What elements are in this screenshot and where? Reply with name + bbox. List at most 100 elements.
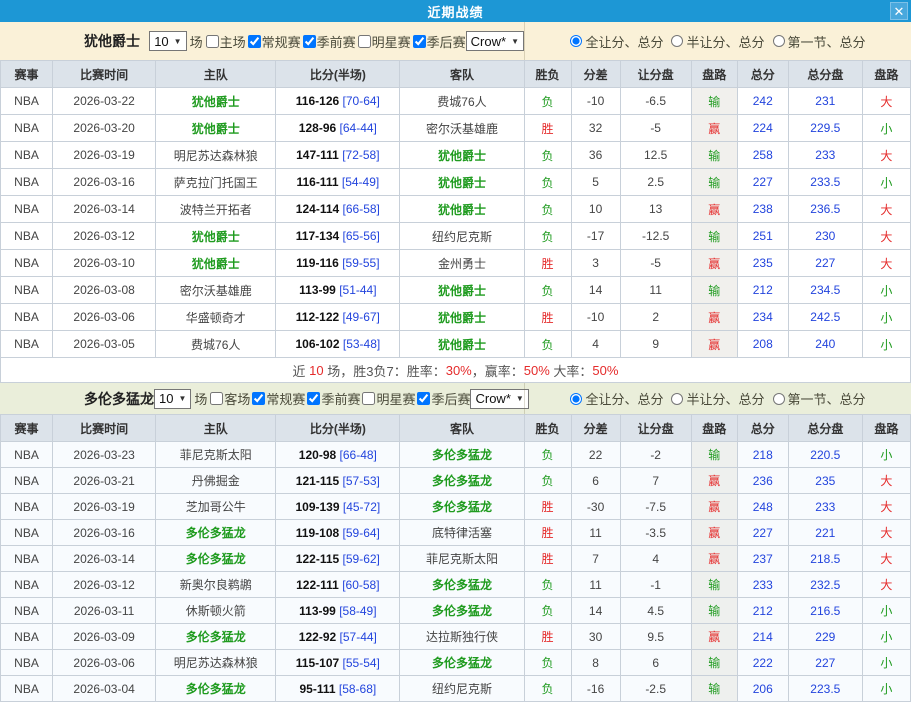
line-type-radio[interactable]: 半让分、总分: [671, 32, 764, 51]
line-type-radio[interactable]: 第一节、总分: [773, 32, 866, 51]
checkbox-label: 季前赛: [317, 32, 356, 51]
cell-point-diff: -17: [571, 223, 620, 250]
table-body: NBA2026-03-23菲尼克斯太阳120-98 [66-48]多伦多猛龙负2…: [1, 442, 911, 702]
half-score: [59-62]: [343, 552, 380, 566]
checkbox-input[interactable]: [303, 35, 316, 48]
table-row: NBA2026-03-12犹他爵士117-134 [65-56]纽约尼克斯负-1…: [1, 223, 911, 250]
close-button[interactable]: ✕: [890, 2, 908, 20]
checkbox-input[interactable]: [413, 35, 426, 48]
full-score: 122-115: [296, 552, 339, 566]
results-table: 赛事比赛时间主队比分(半场)客队胜负分差让分盘盘路总分总分盘盘路 NBA2026…: [0, 60, 911, 358]
radio-input[interactable]: [570, 393, 582, 405]
cell-total-line: 242.5: [788, 304, 862, 331]
checkbox-input[interactable]: [358, 35, 371, 48]
results-table: 赛事比赛时间主队比分(半场)客队胜负分差让分盘盘路总分总分盘盘路 NBA2026…: [0, 414, 911, 702]
cell-handicap: -12.5: [620, 223, 691, 250]
cell-total-line: 218.5: [788, 546, 862, 572]
filter-left: 多伦多猛龙 10 ▼ 场 客场常规赛季前赛明星赛季后赛 Crow* ▼: [0, 383, 524, 414]
cell-handicap-result: 输: [691, 598, 737, 624]
checkbox-input[interactable]: [417, 392, 430, 405]
filter-checkbox[interactable]: 季后赛: [415, 389, 470, 408]
cell-total: 206: [737, 676, 788, 702]
line-type-radio[interactable]: 全让分、总分: [570, 32, 663, 51]
checkbox-input[interactable]: [307, 392, 320, 405]
cell-point-diff: 11: [571, 520, 620, 546]
source-select[interactable]: Crow* ▼: [470, 389, 528, 409]
filter-checkbox[interactable]: 季前赛: [305, 389, 360, 408]
full-score: 115-107: [296, 656, 339, 670]
full-score: 106-102: [295, 337, 339, 351]
full-score: 116-111: [296, 175, 338, 189]
radio-input[interactable]: [671, 393, 683, 405]
cell-win-loss: 负: [524, 223, 571, 250]
cell-win-loss: 负: [524, 277, 571, 304]
cell-score: 106-102 [53-48]: [276, 331, 400, 358]
column-header: 盘路: [691, 61, 737, 88]
cell-point-diff: 5: [571, 169, 620, 196]
checkbox-input[interactable]: [252, 392, 265, 405]
games-count-select[interactable]: 10 ▼: [149, 31, 186, 51]
filter-checkbox[interactable]: 常规赛: [246, 32, 301, 51]
team-name: 犹他爵士: [84, 31, 149, 51]
table-row: NBA2026-03-11休斯顿火箭113-99 [58-49]多伦多猛龙负14…: [1, 598, 911, 624]
checkbox-input[interactable]: [206, 35, 219, 48]
cell-point-diff: -30: [571, 494, 620, 520]
cell-total: 224: [737, 115, 788, 142]
line-type-radio[interactable]: 半让分、总分: [671, 389, 764, 408]
radio-input[interactable]: [671, 35, 683, 47]
cell-total-line: 236.5: [788, 196, 862, 223]
checkbox-input[interactable]: [362, 392, 375, 405]
cell-handicap-result: 输: [691, 442, 737, 468]
cell-home-team: 犹他爵士: [156, 223, 276, 250]
filter-checkbox[interactable]: 主场: [204, 32, 246, 51]
cell-handicap-result: 赢: [691, 520, 737, 546]
radio-input[interactable]: [773, 393, 785, 405]
cell-handicap: 2: [620, 304, 691, 331]
column-header: 赛事: [1, 415, 53, 442]
table-row: NBA2026-03-20犹他爵士128-96 [64-44]密尔沃基雄鹿胜32…: [1, 115, 911, 142]
filter-checkbox[interactable]: 常规赛: [250, 389, 305, 408]
cell-date: 2026-03-19: [53, 142, 156, 169]
cell-home-team: 明尼苏达森林狼: [156, 142, 276, 169]
cell-over-under: 大: [862, 196, 910, 223]
cell-home-team: 多伦多猛龙: [156, 520, 276, 546]
full-score: 122-92: [299, 630, 336, 644]
line-type-radio[interactable]: 第一节、总分: [773, 389, 866, 408]
filter-checkbox[interactable]: 季前赛: [301, 32, 356, 51]
cell-away-team: 菲尼克斯太阳: [400, 546, 524, 572]
cell-total: 258: [737, 142, 788, 169]
checkbox-label: 客场: [224, 389, 250, 408]
games-unit-label: 场: [190, 32, 203, 51]
full-score: 122-111: [296, 578, 339, 592]
filter-bar: 多伦多猛龙 10 ▼ 场 客场常规赛季前赛明星赛季后赛 Crow* ▼ 全让分、…: [0, 383, 911, 414]
source-value: Crow*: [471, 34, 506, 49]
filter-checkbox[interactable]: 客场: [208, 389, 250, 408]
radio-input[interactable]: [570, 35, 582, 47]
games-count-select[interactable]: 10 ▼: [154, 389, 191, 409]
checkbox-label: 季后赛: [427, 32, 466, 51]
cell-league: NBA: [1, 442, 53, 468]
cell-score: 122-111 [60-58]: [276, 572, 400, 598]
cell-league: NBA: [1, 494, 53, 520]
cell-handicap-result: 输: [691, 142, 737, 169]
cell-score: 147-111 [72-58]: [276, 142, 400, 169]
column-header: 比赛时间: [53, 61, 156, 88]
cell-league: NBA: [1, 277, 53, 304]
column-header: 盘路: [862, 61, 910, 88]
cell-handicap-result: 赢: [691, 250, 737, 277]
filter-checkbox[interactable]: 明星赛: [360, 389, 415, 408]
checkbox-input[interactable]: [210, 392, 223, 405]
line-type-radio[interactable]: 全让分、总分: [570, 389, 663, 408]
header-row: 赛事比赛时间主队比分(半场)客队胜负分差让分盘盘路总分总分盘盘路: [1, 415, 911, 442]
filter-checkbox[interactable]: 明星赛: [356, 32, 411, 51]
column-header: 比赛时间: [53, 415, 156, 442]
checkbox-input[interactable]: [248, 35, 261, 48]
cell-over-under: 小: [862, 115, 910, 142]
filter-checkbox[interactable]: 季后赛: [411, 32, 466, 51]
radio-input[interactable]: [773, 35, 785, 47]
cell-date: 2026-03-12: [53, 223, 156, 250]
cell-win-loss: 负: [524, 331, 571, 358]
cell-total-line: 240: [788, 331, 862, 358]
radio-label: 全让分、总分: [585, 389, 663, 408]
source-select[interactable]: Crow* ▼: [466, 31, 524, 51]
